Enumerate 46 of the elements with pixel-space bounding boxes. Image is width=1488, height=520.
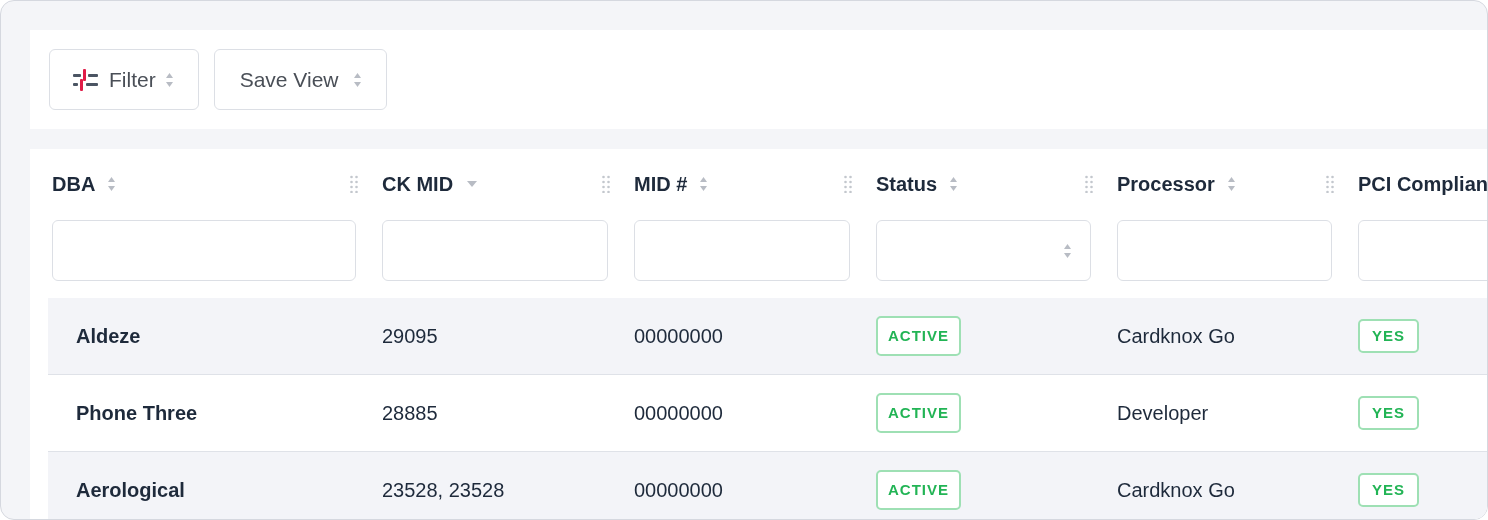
drag-handle-icon[interactable] (844, 175, 852, 193)
sort-arrows-icon[interactable] (1226, 176, 1236, 192)
filter-button[interactable]: Filter (49, 49, 199, 110)
table-cell: 28885 (382, 402, 438, 424)
column-header[interactable]: CK MID (382, 169, 454, 199)
filter-select[interactable] (876, 220, 1091, 281)
table-cell: 29095 (382, 325, 438, 347)
filter-field[interactable] (382, 220, 608, 281)
table-cell: 00000000 (634, 325, 723, 347)
status-badge: ACTIVE (876, 469, 961, 511)
column-header[interactable]: Status (876, 169, 938, 199)
drag-handle-icon[interactable] (1326, 175, 1334, 193)
sliders-icon (72, 67, 100, 92)
table-cell: Cardknox Go (1117, 325, 1235, 347)
compliance-badge: YES (1358, 472, 1419, 508)
drag-handle-icon[interactable] (602, 175, 610, 193)
table-cell: 00000000 (634, 402, 723, 424)
drag-handle-icon[interactable] (1085, 175, 1093, 193)
sort-arrows-icon[interactable] (107, 176, 117, 192)
table-cell: Aerological (76, 479, 185, 501)
compliance-badge: YES (1358, 318, 1419, 354)
status-badge: ACTIVE (876, 315, 961, 357)
column-header[interactable]: DBA (52, 169, 96, 199)
column-header[interactable]: Processor (1117, 169, 1215, 199)
drag-handle-icon[interactable] (350, 175, 358, 193)
sort-arrows-icon (352, 71, 362, 88)
table-cell: Developer (1117, 402, 1209, 424)
table-row[interactable]: Aerological 23528, 23528 00000000 ACTIVE Cardknox Go YES (48, 452, 1487, 519)
column-header[interactable]: MID # (634, 169, 688, 199)
table-cell: 00000000 (634, 479, 723, 501)
table-cell: Cardknox Go (1117, 479, 1235, 501)
column-header[interactable]: PCI Complian (1358, 169, 1487, 199)
sort-arrows-icon (164, 71, 174, 88)
filter-field[interactable] (52, 220, 356, 281)
filter-field[interactable] (634, 220, 850, 281)
status-badge: ACTIVE (876, 392, 961, 434)
table-cell: 23528, 23528 (382, 479, 505, 501)
sort-arrows-icon[interactable] (949, 176, 959, 192)
sort-down-icon[interactable] (467, 181, 478, 187)
sort-arrows-icon[interactable] (699, 176, 709, 192)
filter-field[interactable] (1117, 220, 1332, 281)
table-cell: Aldeze (76, 325, 141, 347)
table-row[interactable]: Aldeze 29095 00000000 ACTIVE Cardknox Go YES (48, 298, 1487, 375)
table-cell: Phone Three (76, 402, 198, 424)
save-view-button[interactable]: Save View (213, 49, 387, 110)
compliance-badge: YES (1358, 395, 1419, 431)
